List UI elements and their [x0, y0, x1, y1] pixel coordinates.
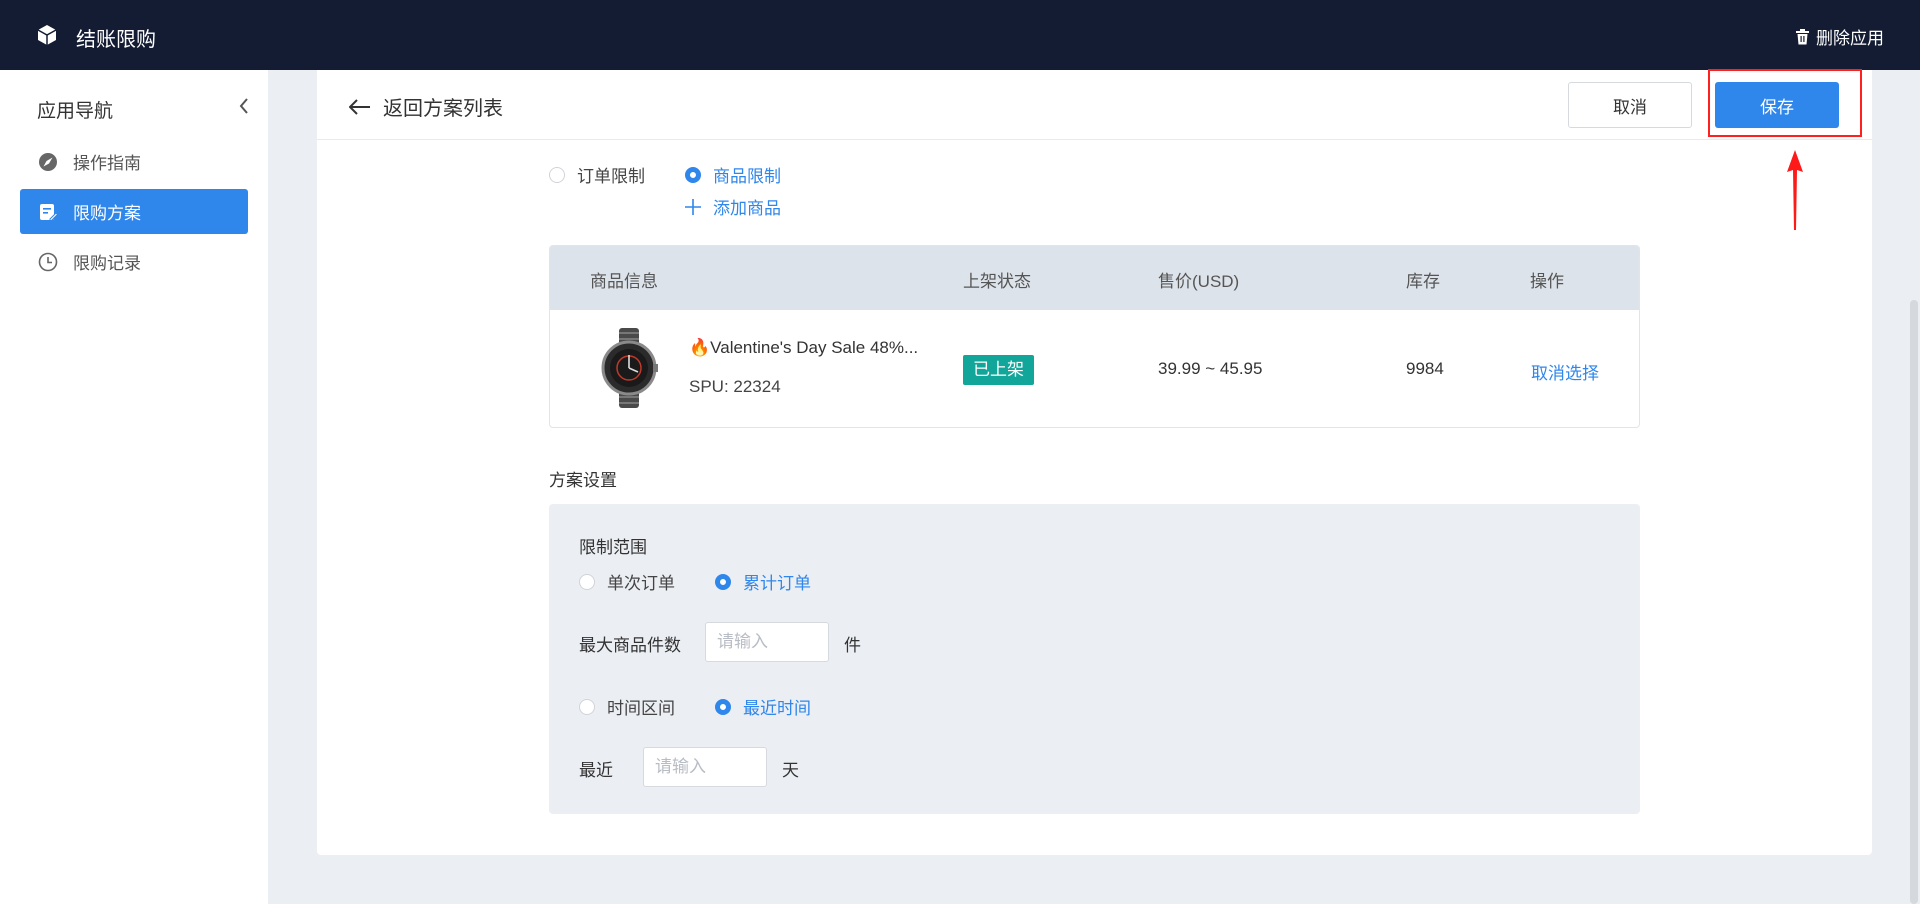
back-to-list-link[interactable]: 返回方案列表: [349, 92, 503, 121]
box-logo-icon: [37, 25, 57, 45]
product-table: 商品信息 上架状态 售价(USD) 库存 操作 🔥Valentine's Day…: [549, 245, 1640, 428]
radio-label: 最近时间: [743, 699, 811, 718]
table-header: 商品信息 上架状态 售价(USD) 库存 操作: [550, 246, 1639, 310]
sidebar-item-records[interactable]: 限购记录: [20, 239, 248, 284]
sidebar-item-label: 操作指南: [73, 154, 141, 173]
arrow-left-icon: [349, 98, 370, 115]
section-title: 方案设置: [549, 471, 617, 490]
column-header: 操作: [1530, 272, 1564, 291]
radio-circle: [549, 166, 565, 183]
radio-time-range[interactable]: 时间区间: [579, 694, 675, 719]
app-title: 结账限购: [76, 29, 156, 51]
recent-label: 最近: [579, 761, 613, 780]
chevron-left-icon[interactable]: [236, 96, 252, 116]
product-spu: SPU: 22324: [689, 377, 781, 396]
column-header: 上架状态: [963, 272, 1031, 291]
delete-app-label: 删除应用: [1816, 29, 1884, 48]
watch-image: [601, 328, 658, 408]
sidebar-item-guide[interactable]: 操作指南: [20, 139, 248, 184]
add-product-button[interactable]: 添加商品: [685, 194, 781, 219]
plus-icon: [685, 198, 701, 215]
radio-label: 商品限制: [713, 167, 781, 186]
radio-product-limit[interactable]: 商品限制: [685, 162, 781, 187]
card-header: 返回方案列表 取消 保存: [317, 70, 1872, 140]
column-header: 库存: [1406, 272, 1440, 291]
radio-label: 单次订单: [607, 574, 675, 593]
top-bar: 结账限购 删除应用: [0, 0, 1920, 70]
plan-settings-panel: 限制范围 单次订单 累计订单 最大商品件数 件 时间区间 最近时间 最近 天: [549, 504, 1640, 814]
save-button[interactable]: 保存: [1715, 82, 1839, 128]
radio-recent-time[interactable]: 最近时间: [715, 694, 811, 719]
scrollbar[interactable]: [1910, 300, 1918, 904]
radio-circle: [579, 573, 595, 590]
radio-circle: [579, 698, 595, 715]
clock-icon: [37, 251, 59, 273]
radio-circle: [715, 698, 731, 715]
radio-label: 订单限制: [577, 167, 645, 186]
recent-days-input[interactable]: [643, 747, 767, 787]
edit-document-icon: [37, 201, 59, 223]
radio-circle: [685, 166, 701, 183]
product-stock: 9984: [1406, 359, 1444, 378]
back-label: 返回方案列表: [383, 98, 503, 120]
sidebar: 应用导航 操作指南 限购方案 限购记录: [0, 70, 268, 904]
radio-single-order[interactable]: 单次订单: [579, 569, 675, 594]
add-product-label: 添加商品: [713, 199, 781, 218]
navigation-icon: [37, 151, 59, 173]
status-badge: 已上架: [963, 355, 1034, 385]
recent-unit: 天: [782, 761, 799, 780]
nav-title: 应用导航: [37, 101, 114, 122]
deselect-link[interactable]: 取消选择: [1531, 359, 1599, 384]
delete-app-button[interactable]: 删除应用: [1795, 24, 1884, 49]
radio-label: 累计订单: [743, 574, 811, 593]
radio-order-limit[interactable]: 订单限制: [549, 162, 645, 187]
radio-cumulative-order[interactable]: 累计订单: [715, 569, 811, 594]
radio-circle: [715, 573, 731, 590]
column-header: 商品信息: [590, 272, 658, 291]
trash-icon: [1796, 28, 1809, 44]
sidebar-item-label: 限购方案: [73, 204, 141, 223]
scope-label: 限制范围: [579, 538, 647, 557]
max-qty-input[interactable]: [705, 622, 829, 662]
product-name: 🔥Valentine's Day Sale 48%...: [689, 338, 919, 357]
sidebar-item-label: 限购记录: [73, 254, 141, 273]
column-header: 售价(USD): [1158, 272, 1240, 291]
radio-label: 时间区间: [607, 699, 675, 718]
max-qty-unit: 件: [844, 636, 861, 655]
sidebar-item-plans[interactable]: 限购方案: [20, 189, 248, 234]
product-price: 39.99 ~ 45.95: [1158, 359, 1263, 378]
cancel-button[interactable]: 取消: [1568, 82, 1692, 128]
max-qty-label: 最大商品件数: [579, 636, 681, 655]
